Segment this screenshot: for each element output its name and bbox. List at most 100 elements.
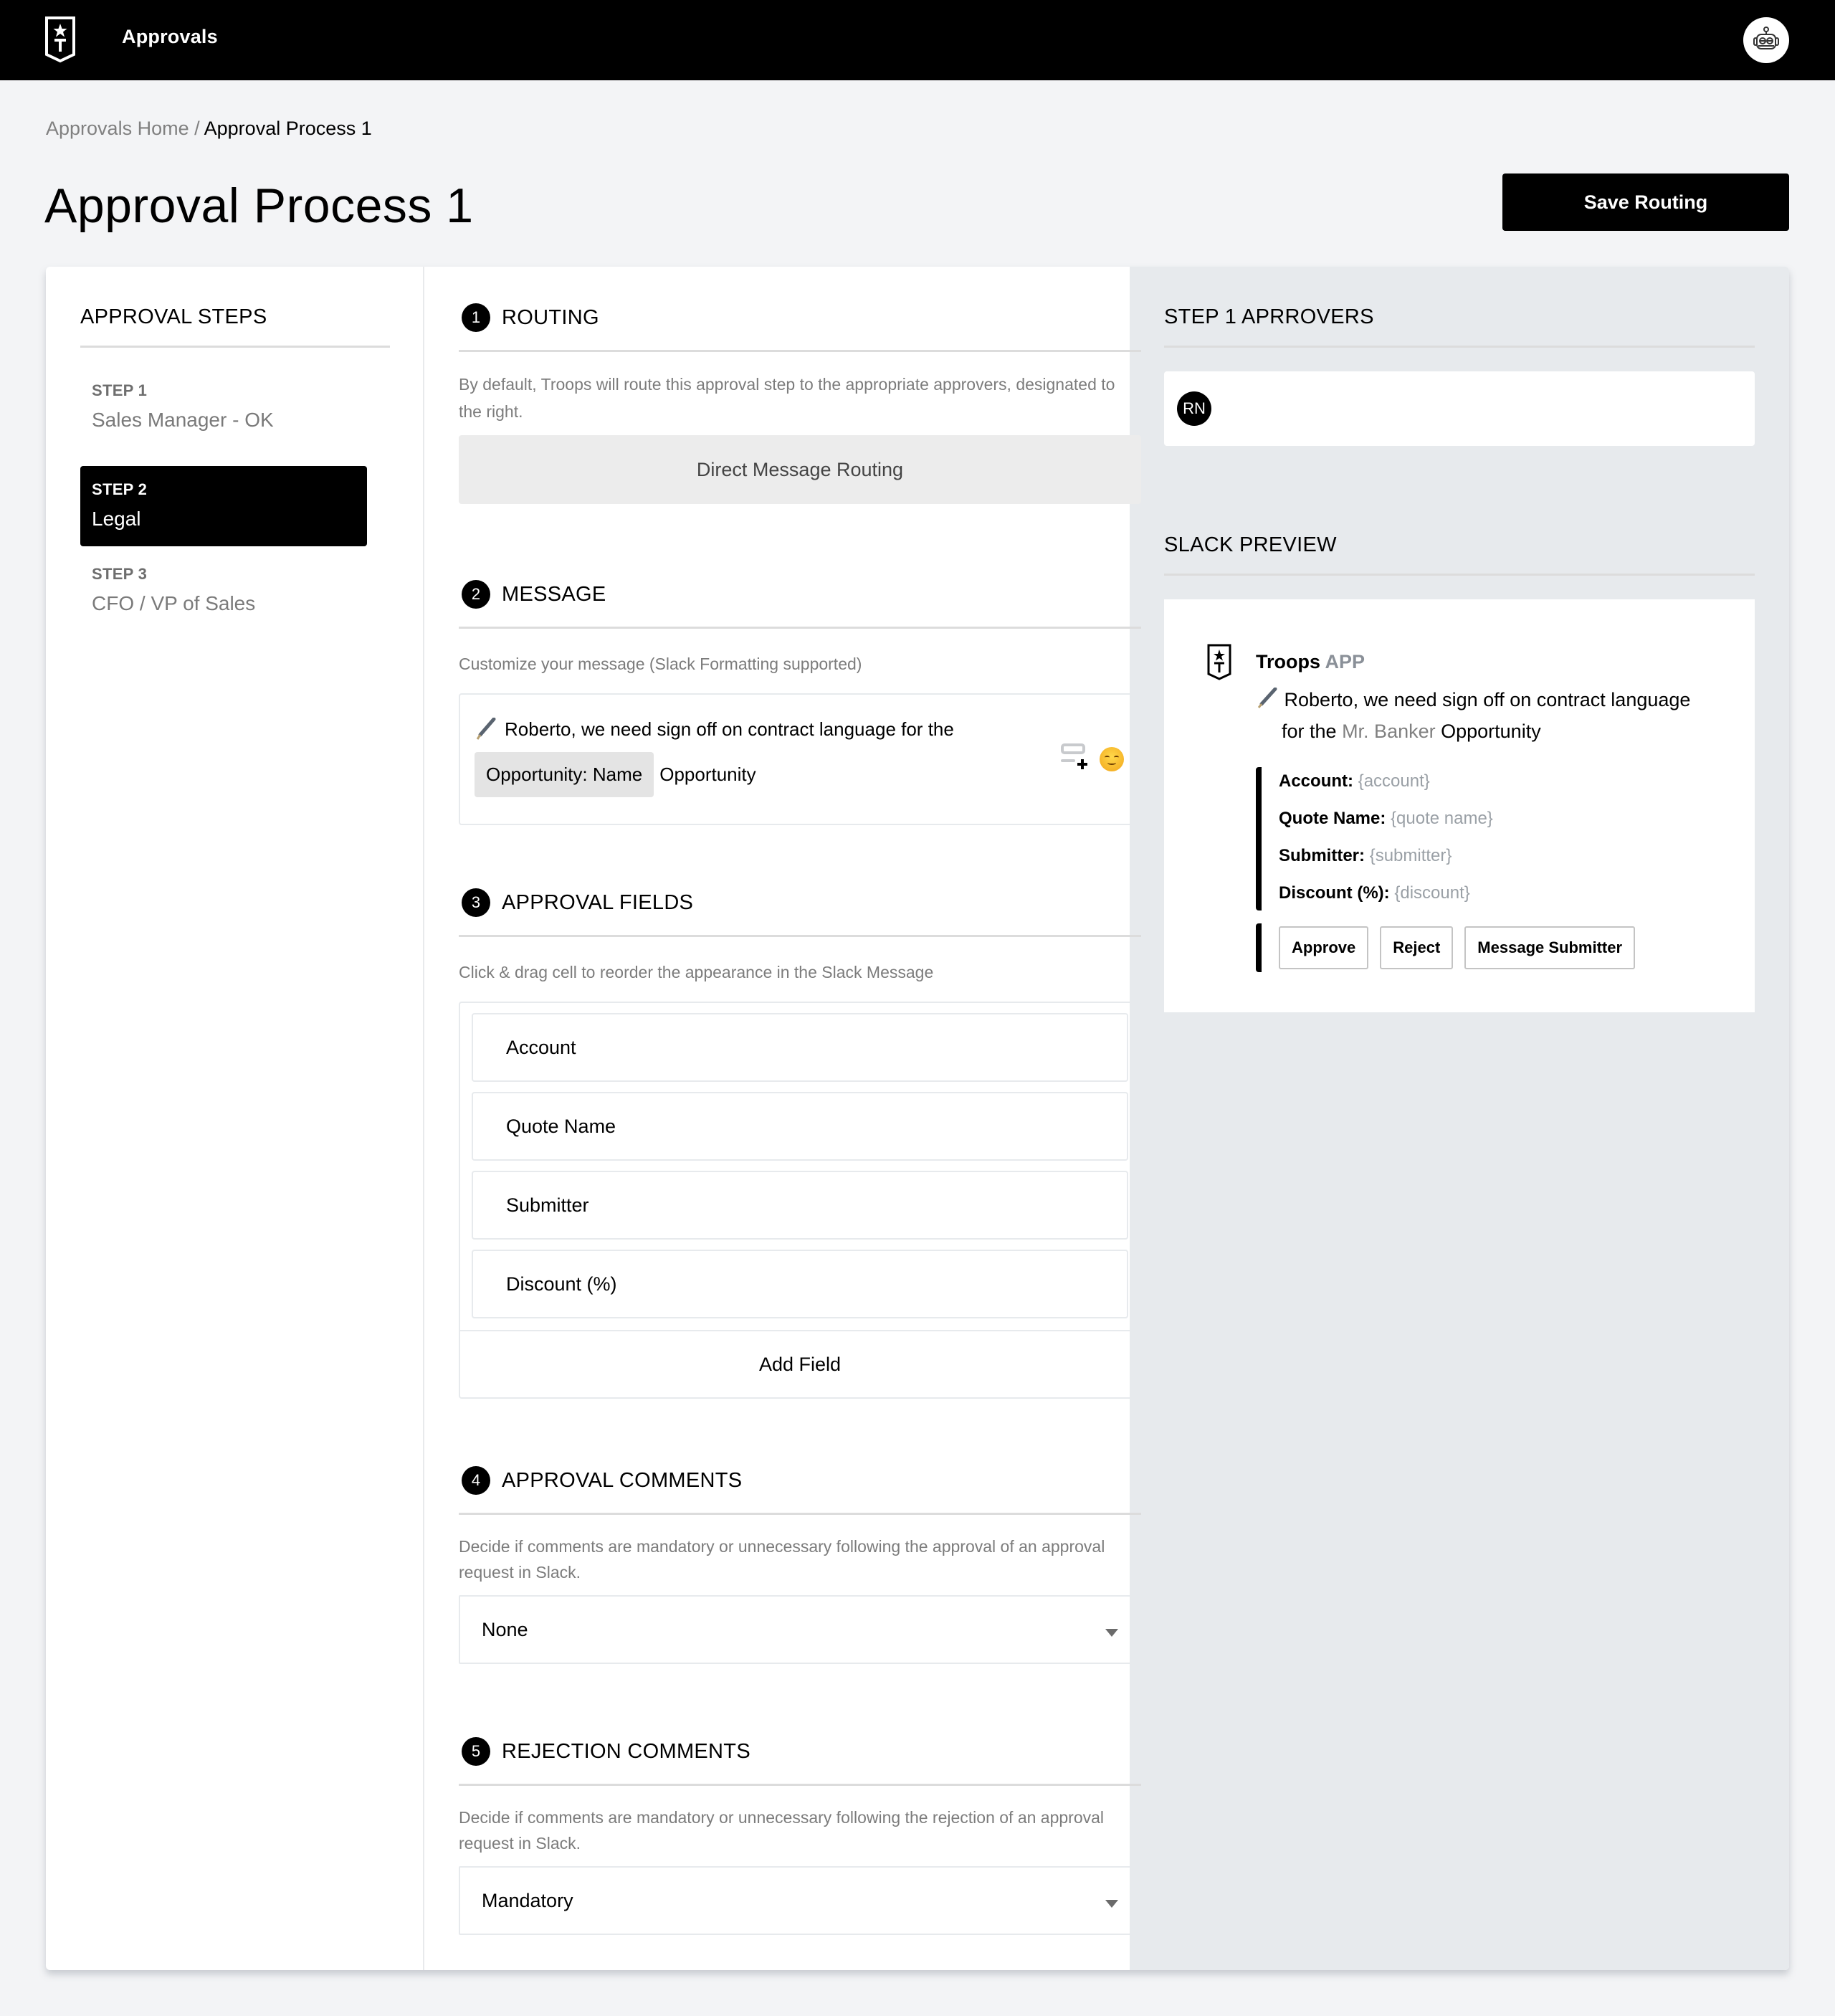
chevron-down-icon	[1105, 1628, 1118, 1637]
step-badge: 2	[462, 580, 490, 609]
slack-reject-button[interactable]: Reject	[1380, 926, 1454, 969]
message-text-pre: for the	[1282, 721, 1337, 742]
chevron-down-icon	[1105, 1899, 1118, 1908]
field-cell-account[interactable]: Account	[472, 1013, 1128, 1082]
field-placeholder: {quote name}	[1391, 809, 1493, 828]
slack-approve-button[interactable]: Approve	[1279, 926, 1369, 969]
approval-steps-panel: APPROVAL STEPS STEP 1 Sales Manager - OK…	[46, 267, 424, 1970]
divider	[80, 346, 390, 348]
divider	[1164, 574, 1755, 576]
message-variable: Mr. Banker	[1342, 721, 1436, 742]
step-item-1[interactable]: STEP 1 Sales Manager - OK	[80, 367, 367, 447]
message-section: 2 MESSAGE Customize your message (Slack …	[459, 578, 1141, 825]
page-title: Approval Process 1	[44, 179, 474, 233]
divider	[459, 935, 1141, 937]
troops-app-logo-icon	[1207, 644, 1231, 685]
approval-comments-select[interactable]: None	[459, 1595, 1141, 1664]
divider	[459, 350, 1141, 352]
step-badge: 3	[462, 888, 490, 917]
step-number: STEP 2	[92, 480, 148, 498]
fountain-pen-icon	[475, 718, 496, 741]
breadcrumb-separator: /	[194, 118, 200, 139]
slack-field-row: Discount (%): {discount}	[1279, 879, 1493, 916]
app-tag: APP	[1325, 651, 1365, 672]
message-line-1: Roberto, we need sign off on contract la…	[1284, 689, 1691, 710]
approval-fields-section: 3 APPROVAL FIELDS Click & drag cell to r…	[459, 886, 1141, 1399]
approval-fields-heading: APPROVAL FIELDS	[502, 890, 694, 914]
save-routing-button[interactable]: Save Routing	[1502, 173, 1789, 231]
rejection-comments-help-text: Decide if comments are mandatory or unne…	[459, 1808, 1105, 1853]
message-text-line-1: Roberto, we need sign off on contract la…	[505, 718, 954, 740]
approver-avatar[interactable]: RN	[1177, 391, 1211, 426]
slack-actions-attachment: Approve Reject Message Submitter	[1256, 923, 1636, 972]
field-cell-submitter[interactable]: Submitter	[472, 1171, 1128, 1240]
field-placeholder: {discount}	[1394, 883, 1470, 903]
add-field-button[interactable]: Add Field	[460, 1330, 1140, 1397]
field-cell-quote-name[interactable]: Quote Name	[472, 1092, 1128, 1161]
slack-message-text: Roberto, we need sign off on contract la…	[1256, 684, 1729, 747]
slack-preview-heading: SLACK PREVIEW	[1164, 533, 1337, 556]
breadcrumb: Approvals Home / Approval Process 1	[46, 118, 372, 140]
slack-fields-attachment: Account: {account} Quote Name: {quote na…	[1256, 767, 1493, 910]
slack-message-submitter-button[interactable]: Message Submitter	[1464, 926, 1636, 969]
message-text-post: Opportunity	[1441, 721, 1541, 742]
approval-fields-list: Account Quote Name Submitter Discount (%…	[459, 1002, 1141, 1399]
selected-value: None	[482, 1618, 528, 1640]
approval-steps-heading: APPROVAL STEPS	[80, 305, 267, 328]
top-bar: Approvals	[0, 0, 1835, 80]
field-label: Quote Name:	[1279, 809, 1386, 828]
message-heading: MESSAGE	[502, 582, 606, 606]
step-badge: 5	[462, 1737, 490, 1766]
slack-sender: Troops APP	[1256, 651, 1365, 673]
step-badge: 4	[462, 1466, 490, 1495]
field-label: Discount (%):	[1279, 883, 1390, 903]
rejection-comments-heading: REJECTION COMMENTS	[502, 1739, 750, 1763]
step-number: STEP 3	[92, 565, 148, 583]
field-label: Account:	[1279, 771, 1353, 791]
insert-field-icon[interactable]	[1061, 743, 1090, 774]
app-title: Approvals	[122, 26, 218, 47]
rejection-comments-select[interactable]: Mandatory	[459, 1866, 1141, 1935]
user-avatar-robot-icon[interactable]	[1743, 17, 1789, 63]
field-label: Submitter:	[1279, 846, 1365, 865]
sender-name: Troops	[1256, 651, 1321, 672]
slack-field-row: Account: {account}	[1279, 767, 1493, 804]
divider	[459, 1784, 1141, 1786]
approval-comments-heading: APPROVAL COMMENTS	[502, 1468, 743, 1492]
approval-comments-section: 4 APPROVAL COMMENTS Decide if comments a…	[459, 1464, 1141, 1664]
approval-editor-card: APPROVAL STEPS STEP 1 Sales Manager - OK…	[46, 267, 1789, 1970]
message-help-text: Customize your message (Slack Formatting…	[459, 655, 862, 673]
approval-fields-help-text: Click & drag cell to reorder the appeara…	[459, 963, 934, 981]
routing-help-text: By default, Troops will route this appro…	[459, 375, 1115, 421]
message-editor[interactable]: Roberto, we need sign off on contract la…	[459, 693, 1141, 825]
preview-panel: STEP 1 APRROVERS RN SLACK PREVIEW Troops…	[1130, 267, 1789, 1970]
direct-message-routing-option[interactable]: Direct Message Routing	[459, 435, 1141, 504]
step-badge: 1	[462, 303, 490, 332]
approvers-heading: STEP 1 APRROVERS	[1164, 305, 1374, 328]
divider	[1164, 346, 1755, 348]
step-name: Sales Manager - OK	[92, 409, 274, 431]
rejection-comments-section: 5 REJECTION COMMENTS Decide if comments …	[459, 1735, 1141, 1935]
approvers-list: RN	[1164, 371, 1755, 446]
emoji-picker-icon[interactable]	[1100, 746, 1124, 771]
breadcrumb-current: Approval Process 1	[204, 118, 372, 139]
step-name: Legal	[92, 508, 141, 530]
field-placeholder: {account}	[1358, 771, 1430, 791]
step-item-2-active[interactable]: STEP 2 Legal	[80, 466, 367, 546]
message-text-line-2: Opportunity	[659, 764, 756, 785]
step-number: STEP 1	[92, 381, 148, 399]
approval-comments-help-text: Decide if comments are mandatory or unne…	[459, 1537, 1105, 1582]
field-placeholder: {submitter}	[1369, 846, 1452, 865]
step-item-3[interactable]: STEP 3 CFO / VP of Sales	[80, 551, 367, 631]
merge-field-token[interactable]: Opportunity: Name	[475, 752, 654, 797]
step-name: CFO / VP of Sales	[92, 592, 256, 614]
routing-heading: ROUTING	[502, 305, 599, 329]
routing-section: 1 ROUTING By default, Troops will route …	[459, 301, 1141, 504]
troops-logo-icon[interactable]	[44, 16, 76, 63]
slack-field-row: Quote Name: {quote name}	[1279, 804, 1493, 842]
selected-value: Mandatory	[482, 1889, 573, 1911]
fountain-pen-icon	[1256, 687, 1284, 710]
divider	[459, 627, 1141, 629]
breadcrumb-home-link[interactable]: Approvals Home	[46, 118, 189, 139]
field-cell-discount[interactable]: Discount (%)	[472, 1250, 1128, 1318]
